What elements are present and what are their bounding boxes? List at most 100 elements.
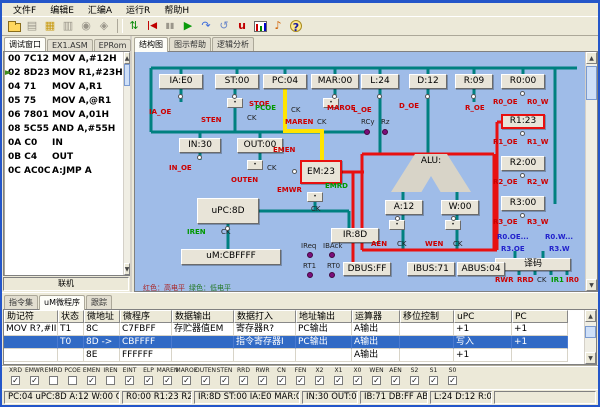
- signal-checkbox[interactable]: [68, 376, 77, 385]
- signal-checkbox[interactable]: [239, 376, 248, 385]
- tab-um-microprogram[interactable]: uM微程序: [39, 295, 85, 310]
- tab-logic-analysis[interactable]: 逻辑分析: [212, 37, 254, 51]
- scroll-up-icon[interactable]: ▲: [585, 310, 596, 322]
- tab-trace[interactable]: 跟踪: [86, 295, 112, 309]
- signal-checkbox[interactable]: [315, 376, 324, 385]
- signal-checkbox[interactable]: [30, 376, 39, 385]
- code-line-current[interactable]: 02 8D23MOV R1,#23H: [8, 68, 123, 82]
- compile-download-icon[interactable]: ▦: [41, 18, 59, 34]
- col-state[interactable]: 状态: [58, 310, 84, 323]
- col-data-out[interactable]: 数据输出: [172, 310, 234, 323]
- step-over-icon[interactable]: ↺: [215, 18, 233, 34]
- signal-checkbox[interactable]: [429, 376, 438, 385]
- scroll-up-icon[interactable]: ▲: [124, 52, 130, 64]
- speaker-icon[interactable]: ♪: [269, 18, 287, 34]
- table-row[interactable]: 8EFFFFFFA输出+1: [4, 349, 584, 362]
- block-r[interactable]: R:09: [455, 74, 493, 89]
- code-line[interactable]: 0A C0IN: [8, 138, 123, 152]
- block-st[interactable]: ST:00: [215, 74, 259, 89]
- block-um[interactable]: uM:CBFFFF: [181, 249, 281, 265]
- block-l[interactable]: L:24: [361, 74, 399, 89]
- col-alu[interactable]: 运算器: [352, 310, 400, 323]
- scroll-down-icon[interactable]: ▼: [585, 352, 596, 364]
- signal-checkbox[interactable]: [277, 376, 286, 385]
- tab-structure[interactable]: 结构图: [134, 37, 168, 52]
- menu-help[interactable]: 帮助H: [157, 3, 196, 16]
- col-mnemonic[interactable]: 助记符: [4, 310, 58, 323]
- table-row-selected[interactable]: T08D ->CBFFFF指令寄存器IPC输出A输出写入+1: [4, 336, 584, 349]
- logic-analyzer-icon[interactable]: [251, 18, 269, 34]
- scroll-down-icon[interactable]: ▼: [124, 263, 130, 275]
- signal-checkbox[interactable]: [201, 376, 210, 385]
- code-scrollbar[interactable]: ▲ ▼: [123, 52, 130, 275]
- help-icon[interactable]: ?: [287, 18, 305, 34]
- signal-checkbox[interactable]: [448, 376, 457, 385]
- block-r3[interactable]: R3:00: [501, 196, 545, 211]
- reset-icon[interactable]: |◀: [143, 18, 161, 34]
- signal-checkbox[interactable]: [353, 376, 362, 385]
- step-into-icon[interactable]: ↷: [197, 18, 215, 34]
- signal-checkbox[interactable]: [258, 376, 267, 385]
- col-microcode[interactable]: 微程序: [120, 310, 172, 323]
- col-data-in[interactable]: 数据打入: [234, 310, 296, 323]
- scroll-track[interactable]: [585, 322, 596, 352]
- micro-program-icon[interactable]: u: [233, 18, 251, 34]
- tab-instruction-set[interactable]: 指令集: [4, 295, 38, 309]
- col-upc[interactable]: uPC: [454, 310, 512, 323]
- scroll-thumb[interactable]: [124, 64, 130, 86]
- block-pc[interactable]: PC:04: [263, 74, 307, 89]
- run-icon[interactable]: ▶: [179, 18, 197, 34]
- scroll-thumb[interactable]: [585, 326, 596, 338]
- block-ia[interactable]: IA:E0: [159, 74, 203, 89]
- block-r1[interactable]: R1:23: [501, 114, 545, 129]
- block-w[interactable]: W:00: [441, 200, 479, 215]
- tab-debug-window[interactable]: 调试窗口: [4, 37, 46, 52]
- code-line[interactable]: 00 7C12MOV A,#12H: [8, 54, 123, 68]
- open-icon[interactable]: [5, 18, 23, 34]
- code-line[interactable]: 0C AC0CA:JMP A: [8, 166, 123, 180]
- signal-checkbox[interactable]: [182, 376, 191, 385]
- col-addr-out[interactable]: 地址输出: [296, 310, 352, 323]
- scroll-down-icon[interactable]: ▼: [586, 279, 597, 291]
- scroll-thumb[interactable]: [586, 66, 597, 100]
- refresh-icon[interactable]: ⇅: [125, 18, 143, 34]
- signal-checkbox[interactable]: [391, 376, 400, 385]
- menu-run[interactable]: 运行R: [119, 3, 157, 16]
- table-row[interactable]: MOV R?,#IIT18CC7FBFF存贮器值EM寄存器R?PC输出A输出+1…: [4, 323, 584, 336]
- scroll-track[interactable]: [124, 64, 130, 263]
- block-mar[interactable]: MAR:00: [311, 74, 359, 89]
- signal-checkbox[interactable]: [372, 376, 381, 385]
- signal-checkbox[interactable]: [11, 376, 20, 385]
- col-pc[interactable]: PC: [512, 310, 568, 323]
- col-micro-address[interactable]: 微地址: [84, 310, 120, 323]
- signal-checkbox[interactable]: [87, 376, 96, 385]
- col-shift-control[interactable]: 移位控制: [400, 310, 454, 323]
- menu-assemble[interactable]: 汇编A: [81, 3, 119, 16]
- code-line[interactable]: 05 75MOV A,@R1: [8, 96, 123, 110]
- tab-ex1-asm[interactable]: EX1.ASM: [47, 39, 93, 51]
- menu-edit[interactable]: 编辑E: [43, 3, 81, 16]
- block-a[interactable]: A:12: [385, 200, 423, 215]
- diagram-scrollbar[interactable]: ▲ ▼: [585, 52, 597, 291]
- menu-file[interactable]: 文件F: [6, 3, 43, 16]
- scroll-track[interactable]: [586, 64, 597, 279]
- block-in[interactable]: IN:30: [179, 138, 221, 153]
- signal-checkbox[interactable]: [296, 376, 305, 385]
- signal-checkbox[interactable]: [163, 376, 172, 385]
- block-d[interactable]: D:12: [409, 74, 447, 89]
- signal-checkbox[interactable]: [220, 376, 229, 385]
- tab-eprom[interactable]: EPRom: [94, 39, 132, 51]
- block-em[interactable]: EM:23: [300, 160, 342, 184]
- signal-checkbox[interactable]: [410, 376, 419, 385]
- code-line[interactable]: 0B C4OUT: [8, 152, 123, 166]
- signal-checkbox[interactable]: [144, 376, 153, 385]
- block-r2[interactable]: R2:00: [501, 156, 545, 171]
- signal-checkbox[interactable]: [106, 376, 115, 385]
- scroll-up-icon[interactable]: ▲: [586, 52, 597, 64]
- block-r0[interactable]: R0:00: [501, 74, 545, 89]
- table-scrollbar[interactable]: ▲ ▼: [584, 310, 596, 364]
- signal-checkbox[interactable]: [49, 376, 58, 385]
- signal-checkbox[interactable]: [334, 376, 343, 385]
- code-line[interactable]: 04 71MOV A,R1: [8, 82, 123, 96]
- signal-checkbox[interactable]: [125, 376, 134, 385]
